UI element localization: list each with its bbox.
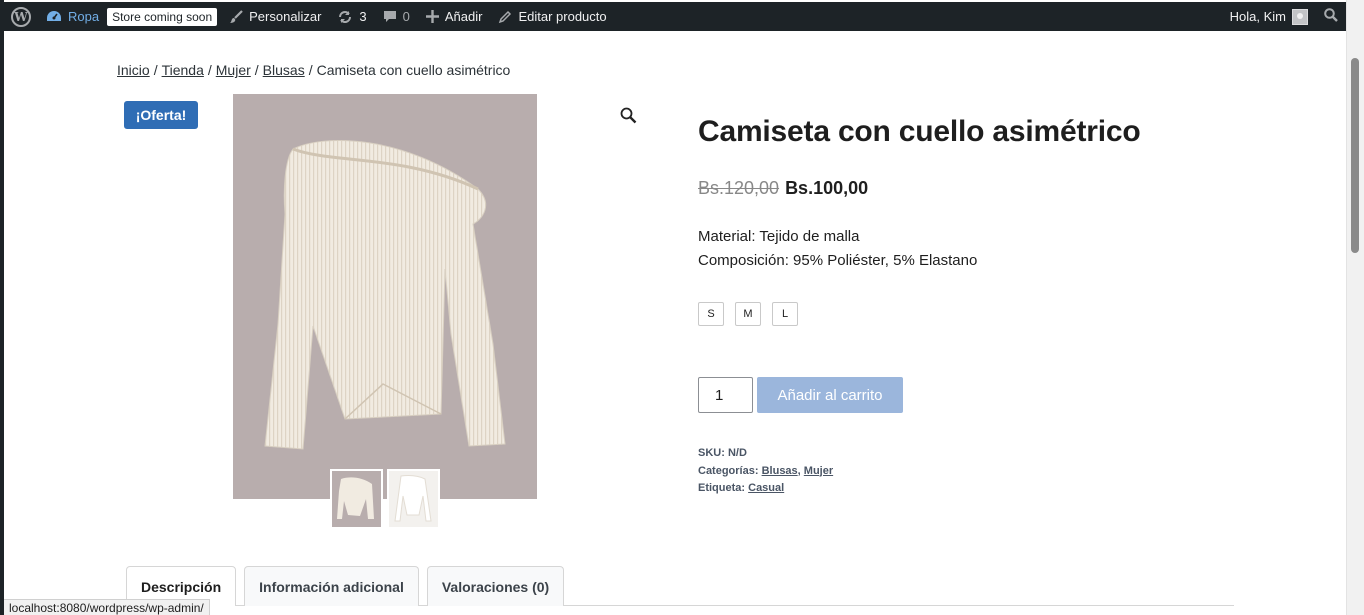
product-price: Bs.120,00 Bs.100,00: [698, 178, 868, 199]
my-account-menu[interactable]: Hola, Kim: [1222, 2, 1316, 31]
site-name-menu[interactable]: Ropa: [38, 2, 107, 31]
product-main-image[interactable]: [233, 94, 537, 499]
sale-price: Bs.100,00: [785, 178, 869, 198]
breadcrumb: Inicio / Tienda / Mujer / Blusas / Camiseta con …: [117, 62, 510, 78]
pencil-icon: [498, 10, 512, 24]
size-option-s[interactable]: S: [698, 302, 724, 326]
updates-refresh-icon: [337, 10, 353, 24]
vertical-scrollbar[interactable]: [1346, 0, 1364, 615]
product-title: Camiseta con cuello asimétrico: [698, 115, 1141, 148]
product-meta: SKU: N/D Categorías: Blusas, Mujer Etiqu…: [698, 445, 833, 498]
admin-search-button[interactable]: [1316, 2, 1346, 31]
tag-link-casual[interactable]: Casual: [748, 482, 784, 494]
greeting-label: Hola, Kim: [1229, 9, 1286, 24]
size-option-m[interactable]: M: [735, 302, 761, 326]
plus-icon: [425, 10, 439, 23]
comment-bubble-icon: [383, 10, 397, 24]
breadcrumb-link-mujer[interactable]: Mujer: [216, 62, 251, 78]
size-option-l[interactable]: L: [772, 302, 798, 326]
comments-count: 0: [402, 9, 410, 24]
status-bar-url: localhost:8080/wordpress/wp-admin/: [4, 599, 210, 615]
scrollbar-thumb[interactable]: [1351, 58, 1359, 253]
quantity-input[interactable]: 1: [698, 377, 753, 413]
search-icon: [1324, 8, 1338, 25]
categories-row: Categorías: Blusas, Mujer: [698, 464, 834, 477]
customize-menu[interactable]: Personalizar: [221, 2, 329, 31]
regular-price: Bs.120,00: [698, 178, 780, 198]
avatar: [1292, 8, 1308, 25]
description-line: Material: Tejido de malla: [698, 228, 860, 245]
add-new-menu[interactable]: Añadir: [418, 2, 491, 31]
breadcrumb-separator: /: [308, 62, 313, 78]
sale-badge: ¡Oferta!: [124, 101, 198, 129]
category-link-mujer[interactable]: Mujer: [804, 465, 833, 477]
gallery-thumbnail[interactable]: [387, 469, 440, 529]
updates-count: 3: [359, 9, 367, 24]
gallery-thumbnails: [330, 469, 440, 529]
gallery-thumbnail[interactable]: [330, 469, 383, 529]
breadcrumb-separator: /: [207, 62, 212, 78]
tag-row: Etiqueta: Casual: [698, 480, 833, 498]
tab-reviews[interactable]: Valoraciones (0): [426, 566, 565, 606]
sku-label: SKU:: [698, 447, 725, 459]
site-name-label: Ropa: [68, 9, 100, 24]
breadcrumb-link-blusas[interactable]: Blusas: [263, 62, 305, 78]
breadcrumb-separator: /: [153, 62, 158, 78]
category-link-blusas[interactable]: Blusas: [762, 465, 798, 477]
breadcrumb-link-tienda[interactable]: Tienda: [162, 62, 204, 78]
store-coming-soon-badge[interactable]: Store coming soon: [107, 7, 218, 26]
admin-bar: W Ropa Store coming soon Personalizar 3 …: [4, 2, 1346, 31]
zoom-magnifier-icon[interactable]: [620, 107, 637, 129]
tag-label: Etiqueta:: [698, 482, 746, 494]
categories-label: Categorías:: [698, 464, 759, 477]
sku-row: SKU: N/D: [698, 445, 833, 463]
edit-product-label: Editar producto: [518, 9, 607, 24]
description-line: Composición: 95% Poliéster, 5% Elastano: [698, 252, 978, 269]
sku-value: N/D: [727, 447, 747, 459]
size-selector: S M L: [698, 302, 798, 326]
updates-menu[interactable]: 3: [329, 2, 374, 31]
tab-additional-information[interactable]: Información adicional: [244, 566, 419, 606]
add-to-cart-button[interactable]: Añadir al carrito: [757, 377, 903, 413]
dashboard-gauge-icon: [46, 10, 62, 24]
comments-menu[interactable]: 0: [375, 2, 418, 31]
short-description: Material: Tejido de malla Composición: 9…: [698, 225, 977, 273]
breadcrumb-separator: /: [254, 62, 259, 78]
breadcrumb-link-inicio[interactable]: Inicio: [117, 62, 150, 78]
customize-label: Personalizar: [249, 9, 322, 24]
brush-icon: [229, 9, 243, 24]
breadcrumb-current: Camiseta con cuello asimétrico: [316, 62, 511, 78]
wordpress-icon: W: [11, 6, 31, 27]
edit-product-link[interactable]: Editar producto: [490, 2, 614, 31]
wordpress-logo-menu[interactable]: W: [4, 2, 38, 31]
window-frame-left: [0, 0, 4, 615]
add-new-label: Añadir: [444, 9, 483, 24]
